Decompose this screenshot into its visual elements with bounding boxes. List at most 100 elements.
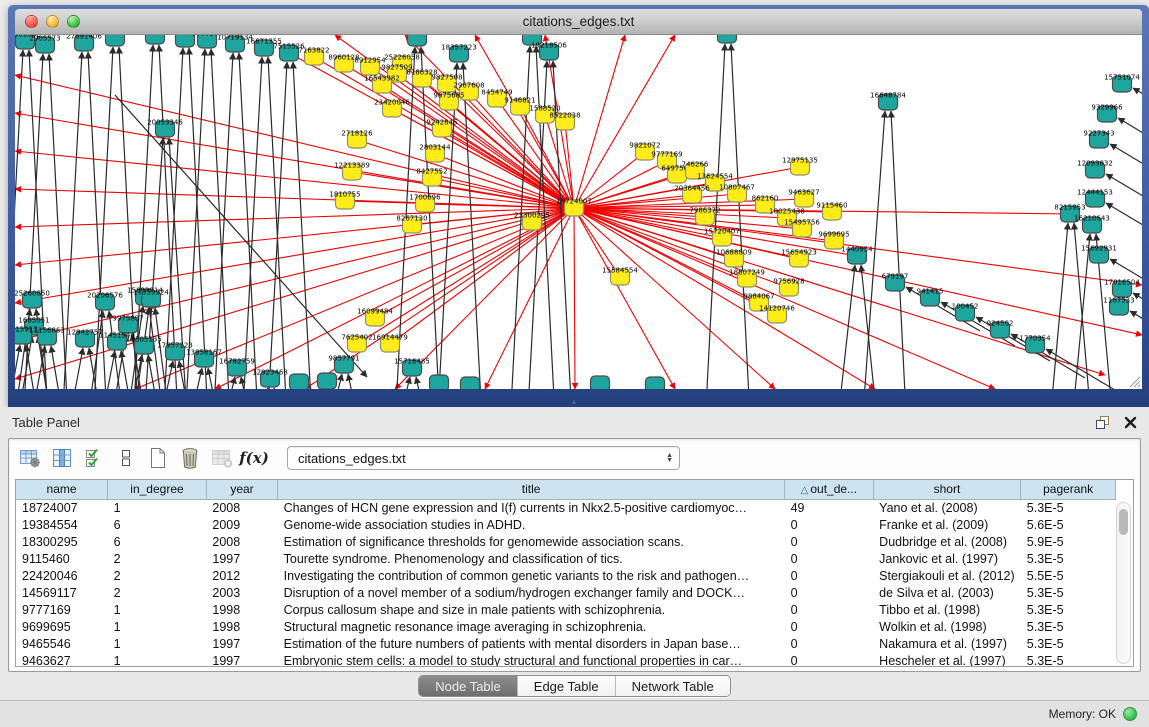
- graph-node[interactable]: [290, 374, 309, 389]
- table-settings-icon[interactable]: [17, 445, 43, 471]
- splitter-handle-icon[interactable]: ▴: [572, 397, 576, 406]
- network-canvas[interactable]: 9361862290557327691406209055731085328715…: [15, 35, 1142, 389]
- graph-node[interactable]: 12923468: [252, 369, 288, 388]
- graph-node[interactable]: 15654923: [781, 249, 817, 268]
- table-cell[interactable]: 6: [108, 533, 207, 550]
- select-columns-icon[interactable]: [49, 445, 75, 471]
- table-cell[interactable]: Estimation of significance thresholds fo…: [278, 533, 785, 550]
- graph-node[interactable]: [430, 375, 449, 389]
- graph-node[interactable]: 16210643: [1074, 215, 1110, 234]
- table-cell[interactable]: Disruption of a novel member of a sodium…: [278, 584, 785, 601]
- table-row[interactable]: 1456911722003Disruption of a novel membe…: [16, 584, 1116, 601]
- graph-node[interactable]: 18357223: [441, 44, 477, 63]
- table-cell[interactable]: Tibbo et al. (1998): [873, 601, 1021, 618]
- graph-node[interactable]: 9227343: [1083, 130, 1114, 149]
- table-cell[interactable]: 5.3E-5: [1021, 635, 1116, 652]
- table-cell[interactable]: 1: [108, 618, 207, 635]
- table-cell[interactable]: 14569117: [16, 584, 108, 601]
- table-row[interactable]: 1872400712008Changes of HCN gene express…: [16, 499, 1116, 516]
- table-cell[interactable]: 1: [108, 601, 207, 618]
- table-cell[interactable]: Jankovic et al. (1997): [873, 550, 1021, 567]
- table-source-dropdown[interactable]: citations_edges.txt ▲▼: [287, 446, 680, 470]
- delete-attributes-icon[interactable]: [177, 445, 203, 471]
- graph-node[interactable]: 9329966: [1091, 104, 1123, 123]
- table-cell[interactable]: Franke et al. (2009): [873, 516, 1021, 533]
- graph-node[interactable]: 18807249: [729, 269, 765, 288]
- table-cell[interactable]: Estimation of the future numbers of pati…: [278, 635, 785, 652]
- graph-node[interactable]: [591, 376, 610, 389]
- graph-node[interactable]: 12975135: [782, 157, 818, 176]
- graph-node[interactable]: 25260850: [15, 290, 50, 309]
- table-cell[interactable]: 9777169: [16, 601, 108, 618]
- table-cell[interactable]: 2008: [206, 499, 277, 516]
- table-cell[interactable]: 0: [785, 618, 874, 635]
- graph-node[interactable]: 16099484: [357, 308, 393, 327]
- table-row[interactable]: 946554611997Estimation of the future num…: [16, 635, 1116, 652]
- graph-node[interactable]: 10853287: [137, 35, 173, 44]
- graph-node[interactable]: 11156863: [29, 327, 65, 346]
- table-cell[interactable]: 1997: [206, 635, 277, 652]
- graph-node[interactable]: 679197: [882, 273, 909, 292]
- graph-node[interactable]: 15584554: [602, 267, 638, 286]
- graph-node[interactable]: 16648784: [870, 92, 906, 111]
- graph-node[interactable]: 23420046: [374, 99, 410, 118]
- scrollbar-thumb[interactable]: [1119, 509, 1128, 535]
- graph-node[interactable]: 1770354: [1019, 335, 1051, 354]
- column-header-name[interactable]: name: [16, 480, 108, 499]
- graph-node[interactable]: 100452: [952, 303, 979, 322]
- graph-node[interactable]: 20206576: [87, 292, 123, 311]
- table-cell[interactable]: Structural magnetic resonance image aver…: [278, 618, 785, 635]
- new-table-icon[interactable]: [145, 445, 171, 471]
- table-cell[interactable]: 0: [785, 584, 874, 601]
- graph-node[interactable]: 16033809: [399, 35, 435, 46]
- table-vertical-scrollbar[interactable]: [1116, 502, 1131, 664]
- delete-table-disabled-icon[interactable]: [209, 445, 235, 471]
- network-window-titlebar[interactable]: citations_edges.txt: [15, 9, 1142, 35]
- table-cell[interactable]: 9699695: [16, 618, 108, 635]
- graph-node[interactable]: 16782759: [219, 358, 255, 377]
- table-cell[interactable]: 5.6E-5: [1021, 516, 1116, 533]
- table-cell[interactable]: Corpus callosum shape and size in male p…: [278, 601, 785, 618]
- graph-node[interactable]: 20364456: [674, 185, 710, 204]
- table-cell[interactable]: 1998: [206, 618, 277, 635]
- table-cell[interactable]: Tourette syndrome. Phenomenology and cla…: [278, 550, 785, 567]
- table-cell[interactable]: Genome-wide association studies in ADHD.: [278, 516, 785, 533]
- table-cell[interactable]: 0: [785, 567, 874, 584]
- table-cell[interactable]: 22420046: [16, 567, 108, 584]
- tab-node-table[interactable]: Node Table: [419, 676, 517, 696]
- table-cell[interactable]: 5.3E-5: [1021, 499, 1116, 516]
- table-cell[interactable]: 1998: [206, 601, 277, 618]
- table-cell[interactable]: 19384554: [16, 516, 108, 533]
- column-header-pagerank[interactable]: pagerank: [1021, 480, 1116, 499]
- table-cell[interactable]: Hescheler et al. (1997): [873, 652, 1021, 667]
- column-header-year[interactable]: year: [206, 480, 277, 499]
- table-cell[interactable]: Changes of HCN gene expression and I(f) …: [278, 499, 785, 516]
- table-cell[interactable]: 0: [785, 533, 874, 550]
- table-cell[interactable]: 2: [108, 550, 207, 567]
- table-cell[interactable]: 0: [785, 601, 874, 618]
- table-cell[interactable]: 5.5E-5: [1021, 567, 1116, 584]
- graph-node[interactable]: 10807467: [719, 184, 755, 203]
- table-cell[interactable]: 6: [108, 516, 207, 533]
- table-cell[interactable]: 2003: [206, 584, 277, 601]
- graph-node[interactable]: 1167533: [1103, 297, 1134, 316]
- graph-node[interactable]: 20387682: [709, 35, 745, 43]
- row-height-icon[interactable]: [113, 445, 139, 471]
- column-header-short[interactable]: short: [873, 480, 1021, 499]
- graph-node[interactable]: 2718126: [341, 130, 373, 149]
- graph-node[interactable]: 924502: [987, 320, 1014, 339]
- graph-node[interactable]: [646, 377, 665, 389]
- column-header-out_de[interactable]: △out_de...: [785, 480, 874, 499]
- function-builder-icon[interactable]: f(x): [241, 445, 267, 471]
- tab-edge-table[interactable]: Edge Table: [517, 676, 615, 696]
- graph-node[interactable]: 2803144: [419, 144, 451, 163]
- resize-grip-icon[interactable]: [1127, 374, 1141, 388]
- table-cell[interactable]: 9115460: [16, 550, 108, 567]
- column-header-title[interactable]: title: [278, 480, 785, 499]
- table-cell[interactable]: 0: [785, 516, 874, 533]
- table-cell[interactable]: Stergiakouli et al. (2012): [873, 567, 1021, 584]
- table-cell[interactable]: 18724007: [16, 499, 108, 516]
- graph-node[interactable]: 15716485: [394, 358, 430, 377]
- table-cell[interactable]: 5.3E-5: [1021, 618, 1116, 635]
- table-cell[interactable]: Investigating the contribution of common…: [278, 567, 785, 584]
